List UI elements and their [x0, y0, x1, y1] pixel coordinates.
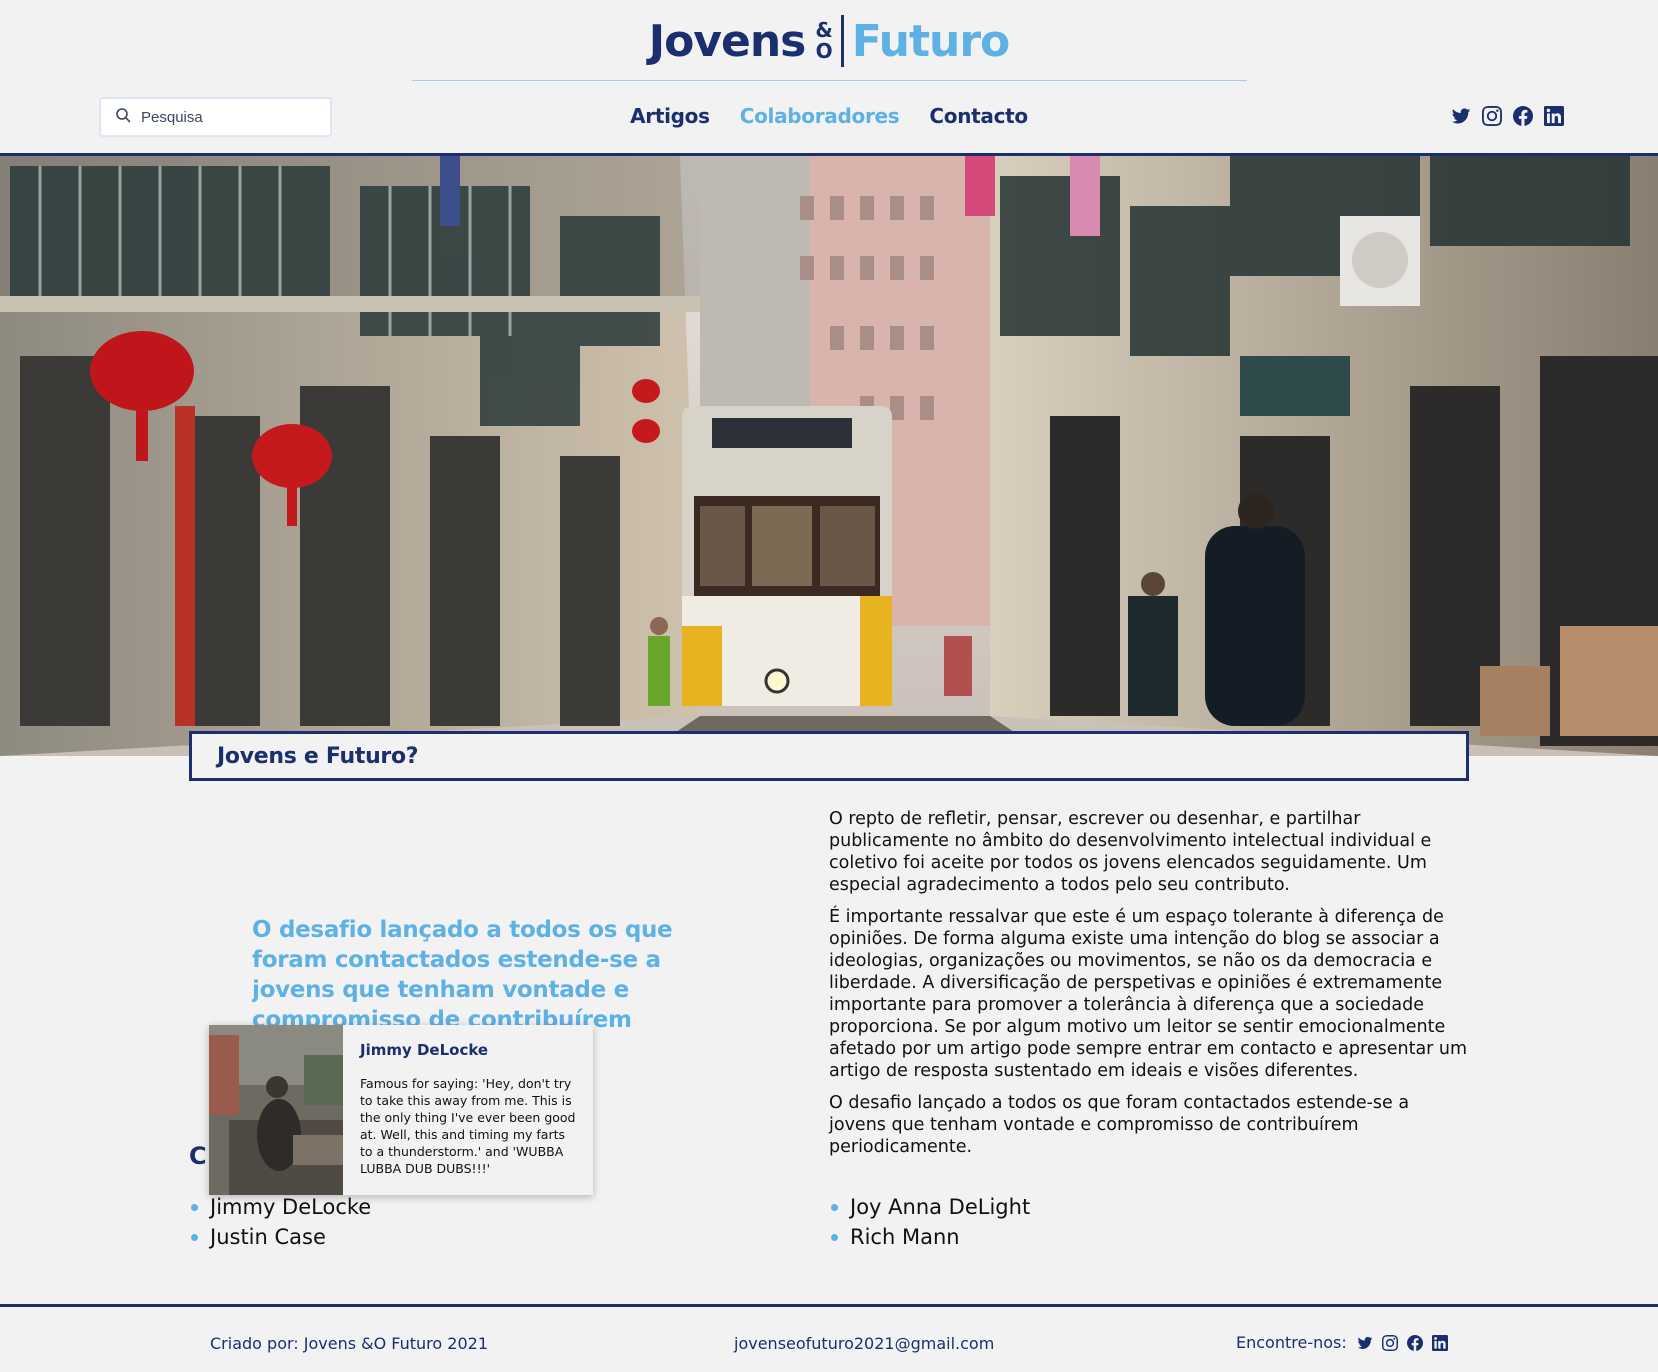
nav-artigos[interactable]: Artigos: [630, 104, 710, 128]
site-logo[interactable]: Jovens & O Futuro: [0, 12, 1658, 70]
logo-futuro: Futuro: [851, 15, 1010, 67]
linkedin-icon[interactable]: [1544, 106, 1564, 126]
logo-divider: [840, 15, 844, 67]
collaborator-name: Joy Anna DeLight: [850, 1195, 1031, 1219]
instagram-icon[interactable]: [1482, 106, 1502, 126]
main-nav: Artigos Colaboradores Contacto: [0, 104, 1658, 128]
body-paragraph-3: O desafio lançado a todos os que foram c…: [829, 1093, 1410, 1157]
social-links-header: [1451, 106, 1564, 126]
card-description: Famous for saying: 'Hey, don't try to ta…: [360, 1076, 576, 1176]
collaborator-name: Justin Case: [210, 1225, 326, 1249]
card-body: Jimmy DeLocke Famous for saying: 'Hey, d…: [343, 1025, 593, 1195]
header-rule: [412, 80, 1247, 81]
footer-social: Encontre-nos:: [1236, 1333, 1448, 1352]
collaborator-name: Jimmy DeLocke: [210, 1195, 372, 1219]
logo-ampersand: & O: [815, 20, 832, 62]
body-paragraph-1: O repto de refletir, pensar, escrever ou…: [829, 809, 1432, 895]
footer-find-label: Encontre-nos:: [1236, 1333, 1347, 1352]
body-paragraph-2: É importante ressalvar que este é um esp…: [829, 907, 1468, 1081]
bullet-icon: [831, 1203, 838, 1211]
twitter-icon[interactable]: [1451, 106, 1471, 126]
nav-colaboradores[interactable]: Colaboradores: [740, 104, 900, 128]
facebook-icon[interactable]: [1513, 106, 1533, 126]
card-name: Jimmy DeLocke: [360, 1041, 489, 1059]
footer: Criado por: Jovens &O Futuro 2021 jovens…: [0, 1307, 1658, 1372]
intro-heading: Jovens e Futuro?: [217, 743, 419, 769]
nav-contacto[interactable]: Contacto: [929, 104, 1028, 128]
logo-amp-bottom: O: [815, 39, 833, 63]
pull-quote: O desafio lançado a todos os que foram c…: [252, 917, 673, 1033]
bullet-icon: [191, 1233, 198, 1241]
bullet-icon: [831, 1233, 838, 1241]
facebook-icon[interactable]: [1406, 1334, 1423, 1351]
intro-heading-box: Jovens e Futuro?: [189, 731, 1469, 781]
logo-amp-top: &: [815, 18, 833, 42]
footer-email-link[interactable]: jovenseofuturo2021@gmail.com: [734, 1334, 994, 1353]
collaborator-photo: [209, 1025, 343, 1195]
collaborator-name: Rich Mann: [850, 1225, 960, 1249]
twitter-icon[interactable]: [1357, 1335, 1373, 1351]
instagram-icon[interactable]: [1381, 1334, 1398, 1351]
collaborators-heading: C: [189, 1142, 207, 1170]
list-item[interactable]: Joy Anna DeLight: [831, 1192, 1030, 1222]
linkedin-icon[interactable]: [1431, 1334, 1448, 1351]
list-item[interactable]: Rich Mann: [831, 1222, 1030, 1252]
body-text: O repto de refletir, pensar, escrever ou…: [829, 808, 1469, 1168]
hero-image: [0, 156, 1658, 756]
collaborator-card-popup: Jimmy DeLocke Famous for saying: 'Hey, d…: [209, 1025, 593, 1195]
logo-jovens: Jovens: [648, 15, 807, 67]
collaborators-list-right: Joy Anna DeLight Rich Mann: [831, 1192, 1030, 1252]
collaborators-list-left: Jimmy DeLocke Justin Case: [191, 1192, 371, 1252]
list-item[interactable]: Jimmy DeLocke: [191, 1192, 371, 1222]
footer-credit: Criado por: Jovens &O Futuro 2021: [210, 1334, 488, 1353]
list-item[interactable]: Justin Case: [191, 1222, 371, 1252]
bullet-icon: [191, 1203, 198, 1211]
